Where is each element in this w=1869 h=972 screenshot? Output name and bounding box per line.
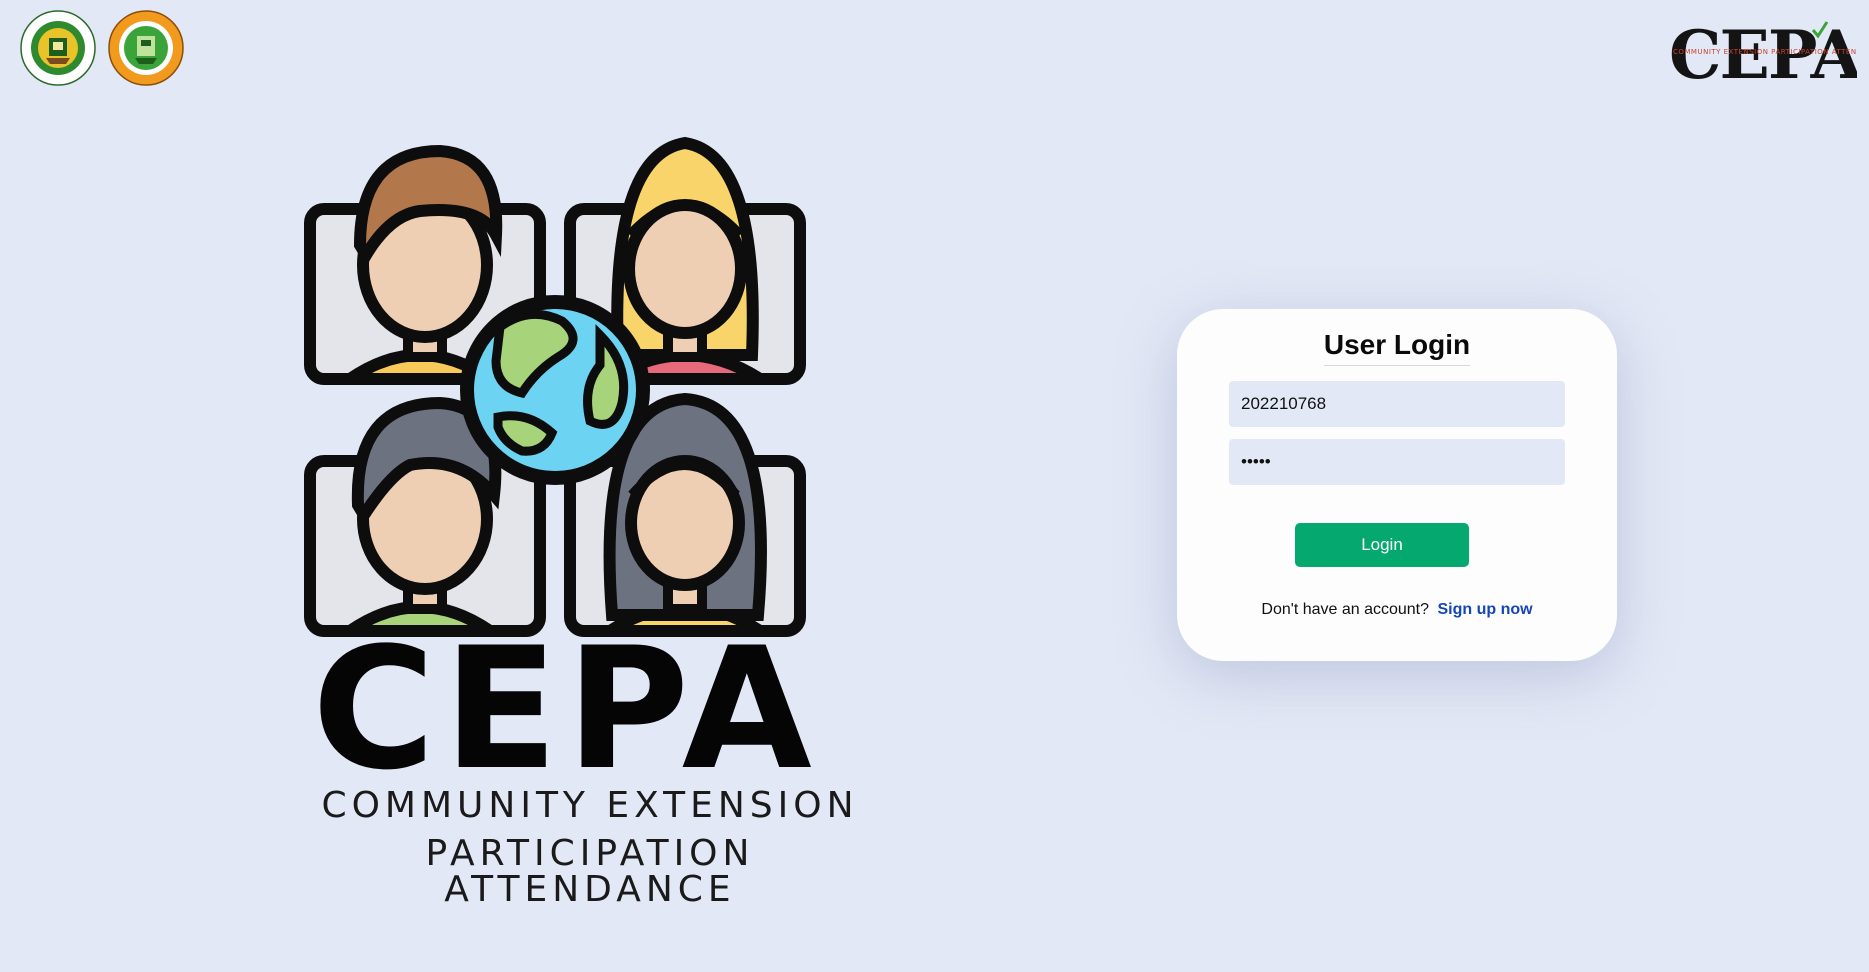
ccs-seal-icon [108, 10, 184, 86]
college-seals [20, 10, 184, 86]
password-input[interactable] [1229, 439, 1565, 485]
hero-subtitle-line-1: COMMUNITY EXTENSION [321, 785, 859, 826]
svg-text:COMMUNITY EXTENSION PARTICIPAT: COMMUNITY EXTENSION PARTICIPATION ATTEND… [1673, 48, 1857, 56]
hero-title: CEPA [312, 611, 820, 807]
login-card: User Login Login Don't have an account? … [1177, 309, 1617, 661]
login-title: User Login [1177, 329, 1617, 366]
community-people-globe-illustration [304, 136, 806, 637]
college-seal-icon [20, 10, 96, 86]
signup-link[interactable]: Sign up now [1437, 601, 1532, 618]
login-button[interactable]: Login [1295, 523, 1469, 567]
cepa-brand-logo: CEPA COMMUNITY EXTENSION PARTICIPATION A… [1667, 16, 1869, 94]
hero-illustration: CEPA COMMUNITY EXTENSION PARTICIPATION A… [300, 135, 880, 908]
login-title-text: User Login [1323, 329, 1471, 366]
username-input[interactable] [1229, 381, 1565, 427]
hero-subtitle-line-2: PARTICIPATION ATTENDANCE [425, 833, 755, 910]
signup-prompt: Don't have an account? [1261, 601, 1430, 618]
signup-row: Don't have an account? Sign up now [1177, 601, 1617, 619]
login-page: CEPA COMMUNITY EXTENSION PARTICIPATION A… [0, 0, 1869, 972]
